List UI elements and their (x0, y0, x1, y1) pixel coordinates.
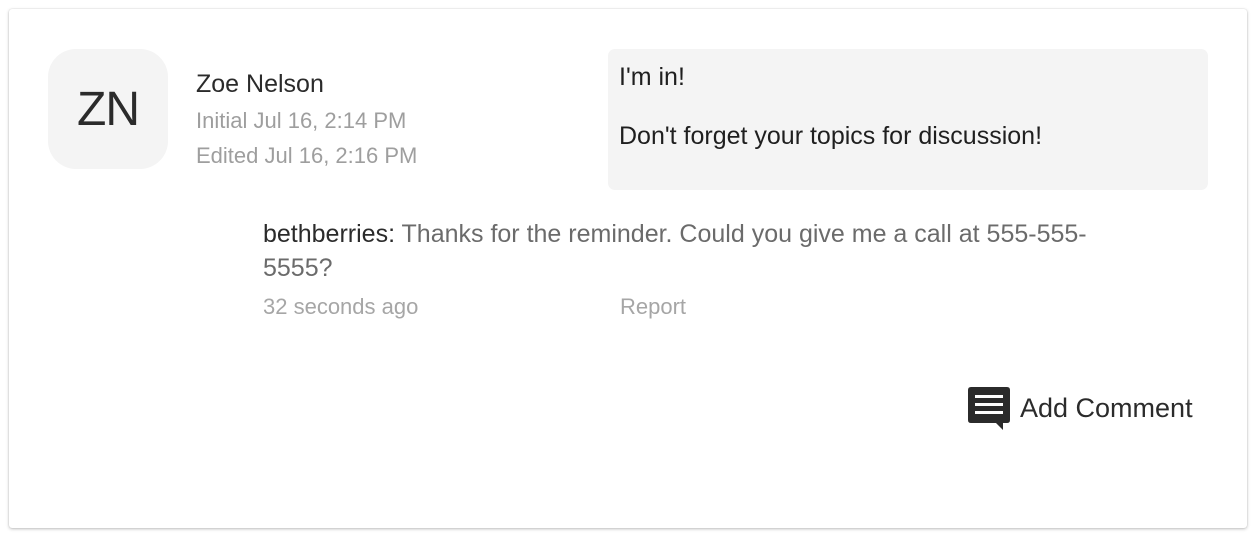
report-link[interactable]: Report (620, 294, 686, 320)
author-name: Zoe Nelson (196, 70, 324, 98)
message-line: Don't forget your topics for discussion! (619, 122, 1043, 150)
initial-timestamp: Initial Jul 16, 2:14 PM (196, 108, 407, 133)
add-comment-label: Add Comment (1020, 392, 1193, 423)
message-line: I'm in! (619, 63, 685, 91)
avatar-initials: ZN (77, 82, 140, 136)
comment-icon (968, 387, 1010, 430)
reply-username: bethberries: (263, 220, 396, 248)
reply-timestamp: 32 seconds ago (263, 294, 419, 319)
avatar: ZN (48, 49, 168, 169)
add-comment-button[interactable]: Add Comment (967, 386, 1193, 430)
message-bubble: I'm in! Don't forget your topics for dis… (608, 49, 1208, 190)
comment-card: ZN Zoe Nelson Initial Jul 16, 2:14 PM Ed… (9, 9, 1247, 528)
reply-text: bethberries: Thanks for the reminder. Co… (263, 217, 1103, 285)
edited-timestamp: Edited Jul 16, 2:16 PM (196, 143, 418, 168)
